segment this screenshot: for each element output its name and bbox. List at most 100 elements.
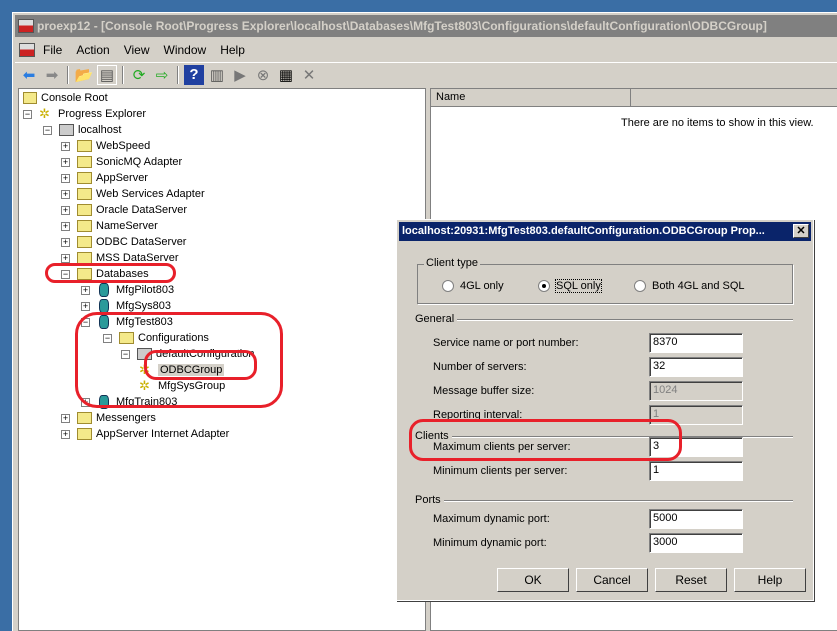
refresh-icon[interactable]: ⟳ xyxy=(129,65,149,85)
expand-icon[interactable]: + xyxy=(81,285,90,295)
radio-sql-only[interactable]: SQL only xyxy=(538,279,602,293)
tree-item-label: AppServer Internet Adapter xyxy=(96,428,230,440)
expand-icon[interactable]: + xyxy=(61,237,70,247)
expand-icon[interactable]: + xyxy=(61,413,70,423)
radio-circle xyxy=(442,280,454,292)
tree-item[interactable]: + MSS DataServer xyxy=(61,250,179,266)
database-icon xyxy=(99,395,109,409)
expand-icon[interactable]: + xyxy=(61,141,70,151)
collapse-icon[interactable]: − xyxy=(23,109,32,119)
tree-item[interactable]: + Oracle DataServer xyxy=(61,202,187,218)
help-button[interactable]: Help xyxy=(734,568,806,592)
show-hide-tree-icon[interactable]: ▤ xyxy=(97,64,117,85)
tree-item[interactable]: + MfgSys803 xyxy=(81,298,171,314)
properties-dialog: localhost:20931:MfgTest803.defaultConfig… xyxy=(396,219,814,601)
radio-both[interactable]: Both 4GL and SQL xyxy=(634,280,745,292)
folder-icon xyxy=(77,188,92,200)
tree-item-label: Console Root xyxy=(41,92,108,104)
console-view-icon[interactable]: ▥ xyxy=(207,65,227,85)
section-general: General xyxy=(415,313,793,325)
gear-icon: ✲ xyxy=(139,362,150,377)
collapse-icon[interactable]: − xyxy=(103,333,112,343)
expand-icon[interactable]: + xyxy=(61,205,70,215)
folder-icon xyxy=(77,140,92,152)
expand-icon[interactable]: + xyxy=(81,301,90,311)
tree-item[interactable]: + SonicMQ Adapter xyxy=(61,154,182,170)
collapse-icon[interactable]: − xyxy=(121,349,130,359)
tree-item[interactable]: + WebSpeed xyxy=(61,138,150,154)
forward-icon[interactable]: ➡ xyxy=(42,65,62,85)
collapse-icon[interactable]: − xyxy=(81,317,90,327)
radio-4gl-only[interactable]: 4GL only xyxy=(442,280,504,292)
properties-icon[interactable]: ▦ xyxy=(276,65,296,85)
tree-item-label: MfgSysGroup xyxy=(158,380,226,392)
menu-view[interactable]: View xyxy=(120,43,160,57)
console-menu-icon[interactable] xyxy=(19,43,35,57)
ports-field-input[interactable]: 5000 xyxy=(649,509,743,529)
tree-item[interactable]: + MfgPilot803 xyxy=(81,282,174,298)
ports-field-input[interactable]: 3000 xyxy=(649,533,743,553)
collapse-icon[interactable]: − xyxy=(43,125,52,135)
cancel-button[interactable]: Cancel xyxy=(576,568,648,592)
clients-field-input[interactable]: 1 xyxy=(649,461,743,481)
back-icon[interactable]: ⬅ xyxy=(19,65,39,85)
general-field-input[interactable]: 8370 xyxy=(649,333,743,353)
tree-item[interactable]: − MfgTest803 xyxy=(81,314,173,330)
computer-icon xyxy=(137,348,152,360)
clients-field-input[interactable]: 3 xyxy=(649,437,743,457)
up-folder-icon[interactable]: 📂 xyxy=(74,65,94,85)
menu-window[interactable]: Window xyxy=(160,43,217,57)
expand-icon[interactable]: + xyxy=(61,157,70,167)
close-button[interactable]: ✕ xyxy=(793,224,809,238)
expand-icon[interactable]: + xyxy=(61,253,70,263)
tree-item[interactable]: + Messengers xyxy=(61,410,156,426)
tree-item-label: NameServer xyxy=(96,220,158,232)
reset-button[interactable]: Reset xyxy=(655,568,727,592)
tree-item[interactable]: − Configurations xyxy=(103,330,209,346)
expand-icon[interactable]: + xyxy=(61,173,70,183)
expand-icon[interactable]: + xyxy=(61,429,70,439)
menu-file[interactable]: File xyxy=(39,43,72,57)
window-title: proexp12 - [Console Root\Progress Explor… xyxy=(37,19,767,33)
tree-item-label: ODBCGroup xyxy=(158,364,225,376)
folder-icon xyxy=(77,268,92,280)
tree-item[interactable]: + AppServer Internet Adapter xyxy=(61,426,229,442)
stop-icon[interactable]: ⊗ xyxy=(253,65,273,85)
tree-item[interactable]: + NameServer xyxy=(61,218,158,234)
tree-item-label: SonicMQ Adapter xyxy=(96,156,183,168)
database-icon xyxy=(99,283,109,297)
tree-item[interactable]: + ODBC DataServer xyxy=(61,234,186,250)
tree-item[interactable]: ✲ ODBCGroup xyxy=(139,362,225,378)
tree-pane[interactable]: Console Root − ✲ Progress Explorer − localhos… xyxy=(18,88,426,631)
gear-icon: ✲ xyxy=(139,378,150,393)
tree-item[interactable]: + Web Services Adapter xyxy=(61,186,205,202)
column-header-name[interactable]: Name xyxy=(431,89,631,106)
ok-button[interactable]: OK xyxy=(497,568,569,592)
toolbar-separator xyxy=(122,65,124,84)
tree-item[interactable]: Console Root xyxy=(23,90,108,106)
database-icon xyxy=(99,315,109,329)
expand-icon[interactable]: + xyxy=(81,397,90,407)
tree-item-label: Progress Explorer xyxy=(58,108,147,120)
tree-item[interactable]: + AppServer xyxy=(61,170,148,186)
radio-label: Both 4GL and SQL xyxy=(652,280,745,292)
expand-icon[interactable]: + xyxy=(61,189,70,199)
tree-item[interactable]: − ✲ Progress Explorer xyxy=(23,106,146,122)
tree-item[interactable]: − localhost xyxy=(43,122,121,138)
delete-icon[interactable]: ✕ xyxy=(299,65,319,85)
tree-item[interactable]: − defaultConfiguration xyxy=(121,346,254,362)
tree-item[interactable]: ✲ MfgSysGroup xyxy=(139,378,225,394)
general-field-input[interactable]: 32 xyxy=(649,357,743,377)
start-icon[interactable]: ▶ xyxy=(230,65,250,85)
console-root-icon xyxy=(23,92,37,104)
expand-icon[interactable]: + xyxy=(61,221,70,231)
menu-help[interactable]: Help xyxy=(216,43,255,57)
tree-item[interactable]: − Databases xyxy=(61,266,149,282)
field-label: Minimum clients per server: xyxy=(433,465,568,477)
help-icon[interactable]: ? xyxy=(184,64,204,85)
tree-item[interactable]: + MfgTrain803 xyxy=(81,394,177,410)
collapse-icon[interactable]: − xyxy=(61,269,70,279)
menu-action[interactable]: Action xyxy=(72,43,119,57)
dialog-title: localhost:20931:MfgTest803.defaultConfig… xyxy=(402,225,765,237)
export-list-icon[interactable]: ⇨ xyxy=(152,65,172,85)
